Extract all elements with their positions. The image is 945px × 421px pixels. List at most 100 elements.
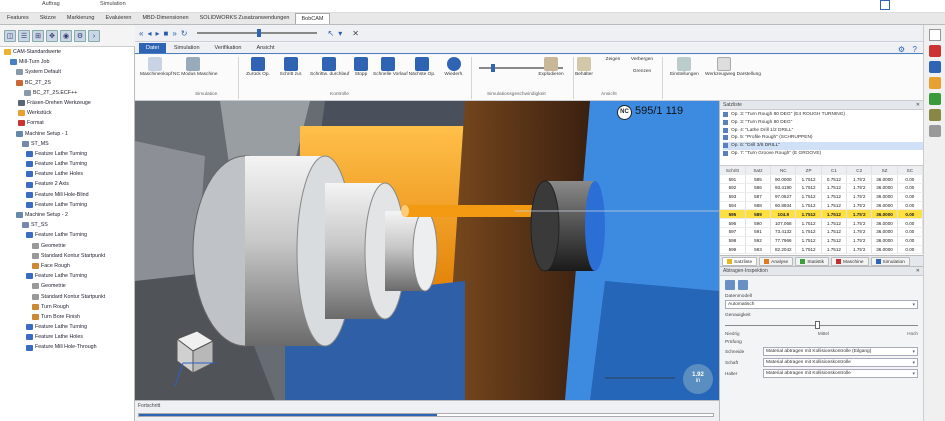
tree-item[interactable]: Feature 2 Axis (0, 179, 134, 189)
tree-item[interactable]: Geometrie (0, 281, 134, 291)
tree-item[interactable]: Standard Kontur Startpunkt (0, 251, 134, 261)
nc-mode-button[interactable]: NC Modus Maschine (173, 57, 218, 77)
table-row[interactable]: 593 587 97.0527 1.7512 1.7512 1.75'2 36.0000 0.… (720, 192, 924, 202)
tree-item[interactable]: Feature Lathe Turning (0, 271, 134, 281)
configuration-icon[interactable]: ⊞ (32, 29, 44, 42)
cam-tree-icon[interactable]: ⚙ (74, 29, 86, 42)
resources-icon[interactable] (928, 125, 941, 137)
tree-item[interactable]: Turn Rough (0, 302, 134, 312)
tree-item[interactable]: ST_SS (0, 220, 134, 230)
panel-bottom-tab[interactable]: Satzliste (722, 257, 758, 266)
tree-item[interactable]: Turn Bore Finish (0, 312, 134, 322)
tree-item[interactable]: Fräsen-Drehen Werkzeuge (0, 98, 134, 108)
panel-bottom-tab[interactable]: Maschine (831, 257, 869, 266)
check-row-select[interactable]: Material abtragen mit Kollisionskontroll… (763, 369, 918, 378)
operation-item[interactable]: Op. 7: "Turn Groove Rough" (E GROOVE) (723, 150, 923, 158)
chevron-right-icon[interactable]: › (88, 29, 100, 42)
fast-forward-icon[interactable]: » (172, 29, 176, 38)
tree-item[interactable]: ST_MS (0, 139, 134, 149)
stop-icon[interactable]: ■ (163, 29, 168, 38)
tree-item[interactable]: Feature Lathe Turning (0, 322, 134, 332)
home-icon[interactable] (928, 29, 941, 41)
table-row[interactable]: 597 591 73.4132 1.7512 1.7512 1.75'2 36.0000 0.… (720, 227, 924, 237)
show-button[interactable]: Zeigen (601, 57, 625, 62)
tree-item[interactable]: System Default (0, 67, 134, 77)
tree-item[interactable]: Standard Kontur Startpunkt (0, 292, 134, 302)
panel-bottom-tab[interactable]: Statistik (795, 257, 830, 266)
appearance-icon[interactable]: ◉ (60, 29, 72, 42)
panel-close-icon[interactable]: ✕ (916, 101, 920, 110)
panel-bottom-tab[interactable]: Analyse (759, 257, 794, 266)
feature-tree-icon[interactable]: ◫ (4, 29, 16, 42)
tree-item[interactable]: Feature Lathe Holes (0, 169, 134, 179)
operation-item[interactable]: Op. 5: "Profile Rough" (SCHRUPPEN) (723, 134, 923, 142)
command-tab[interactable]: SOLIDWORKS Zusatzanwendungen (194, 13, 295, 24)
reset-icon[interactable]: ↻ (181, 29, 188, 38)
custom-properties-icon[interactable] (928, 109, 941, 121)
tree-item[interactable]: Face Rough (0, 261, 134, 271)
tree-item[interactable]: Mill-Turn Job (0, 57, 134, 67)
table-row[interactable]: 595 589 104.9 1.7512 1.7512 1.75'2 36.0000 0.00 (720, 209, 924, 220)
tool-path-view-button[interactable]: Werkzeugweg Darstellung (705, 57, 761, 77)
tree-item[interactable]: Machine Setup - 1 (0, 129, 134, 139)
sim-tool-icon[interactable] (738, 280, 748, 290)
step-forward-button[interactable]: Schrittw. durchlauf (310, 57, 349, 77)
progress-track[interactable] (138, 413, 714, 417)
simulation-viewport[interactable]: NC 595/1 119 1.92 in (135, 101, 719, 400)
tree-item[interactable]: BC_2T_2S.ECF++ (0, 88, 134, 98)
table-row[interactable]: 591 585 90.0000 1.7512 0.7512 1.75'2 36.0000 0.… (720, 174, 924, 185)
window-option-icon[interactable] (880, 0, 890, 10)
table-row[interactable]: 594 588 60.8934 1.7512 1.7512 1.75'2 36.0000 0.… (720, 201, 924, 211)
grid-header[interactable]: Schritt (720, 166, 746, 176)
tree-item[interactable]: CAM-Standardwerte (0, 47, 134, 57)
tree-item[interactable]: Format (0, 118, 134, 128)
repeat-button[interactable]: Wiederh. (442, 57, 466, 77)
tree-item[interactable]: Feature Mill Hole-Through (0, 342, 134, 352)
help-icon[interactable]: ? (913, 45, 917, 54)
move-icon[interactable]: ✥ (46, 29, 58, 42)
tree-item[interactable]: Feature Lathe Turning (0, 159, 134, 169)
command-tab[interactable]: MBD-Dimensionen (137, 13, 194, 24)
property-manager-icon[interactable]: ☰ (18, 29, 30, 42)
table-row[interactable]: 596 590 107.068 1.7512 1.7512 1.75'2 36.0000 0.… (720, 218, 924, 229)
step-back-op-button[interactable]: Zurück Op. (243, 57, 273, 77)
check-row-select[interactable]: Material abtragen mit Kollisionskontroll… (763, 347, 918, 356)
operation-item[interactable]: Op. 4: "Lathe Drill 1/2 DRILL" (723, 127, 923, 135)
command-tab[interactable]: Markierung (61, 13, 100, 24)
check-row-select[interactable]: Material abtragen mit Kollisionskontroll… (763, 358, 918, 367)
step-back-button[interactable]: Schritt zur. (276, 57, 306, 77)
next-op-button[interactable]: Nächste Op. (405, 57, 439, 77)
command-tab[interactable]: Evaluieren (100, 13, 137, 24)
ribbon-tab[interactable]: Datei (139, 43, 166, 53)
tree-item[interactable]: Feature Lathe Holes (0, 332, 134, 342)
operation-item[interactable]: Op. 3: "Turn Rough 80 DEG" (E4 ROUGH TUR… (723, 111, 923, 119)
fast-forward-button[interactable]: Schnelle Vorlauf (373, 57, 408, 77)
grid-header[interactable]: C1 (821, 166, 848, 176)
rewind-icon[interactable]: « (139, 29, 143, 38)
tree-item[interactable]: Feature Mill Hole-Blind (0, 190, 134, 200)
back-icon[interactable]: ◂ (147, 29, 151, 38)
ribbon-tab[interactable]: Ansicht (249, 43, 281, 53)
ribbon-tab[interactable]: Verifikation (208, 43, 249, 53)
tree-item[interactable]: BC_2T_2S (0, 78, 134, 88)
pointer-icon[interactable]: ↖ (327, 29, 334, 38)
grid-header[interactable]: ZP (795, 166, 822, 176)
tree-item[interactable]: Feature Lathe Turning (0, 200, 134, 210)
grid-header[interactable]: C2 (846, 166, 873, 176)
sim-panel-close-icon[interactable]: ✕ (916, 267, 920, 276)
tree-item[interactable]: Feature Lathe Turning (0, 149, 134, 159)
stop-button[interactable]: Stopp (351, 57, 371, 77)
command-tab[interactable]: Features (2, 13, 34, 24)
tree-item[interactable]: Werkstück (0, 108, 134, 118)
file-explorer-icon[interactable] (928, 61, 941, 73)
grid-header[interactable]: SC (897, 166, 924, 176)
operation-item[interactable]: Op. 6: "Drill 3/8 DRILL" (723, 142, 923, 150)
table-row[interactable]: 598 592 77.7966 1.7512 1.7512 1.75'2 36.0000 0.… (720, 236, 924, 246)
command-tab[interactable]: Skizze (34, 13, 61, 24)
quick-speed-slider[interactable] (197, 29, 318, 37)
settings-gear-icon[interactable]: ⚙ (898, 45, 905, 54)
view-palette-icon[interactable] (928, 77, 941, 89)
grid-header[interactable]: Satz (745, 166, 772, 176)
tree-item[interactable]: Feature Lathe Turning (0, 230, 134, 240)
sim-tool-icon[interactable] (725, 280, 735, 290)
